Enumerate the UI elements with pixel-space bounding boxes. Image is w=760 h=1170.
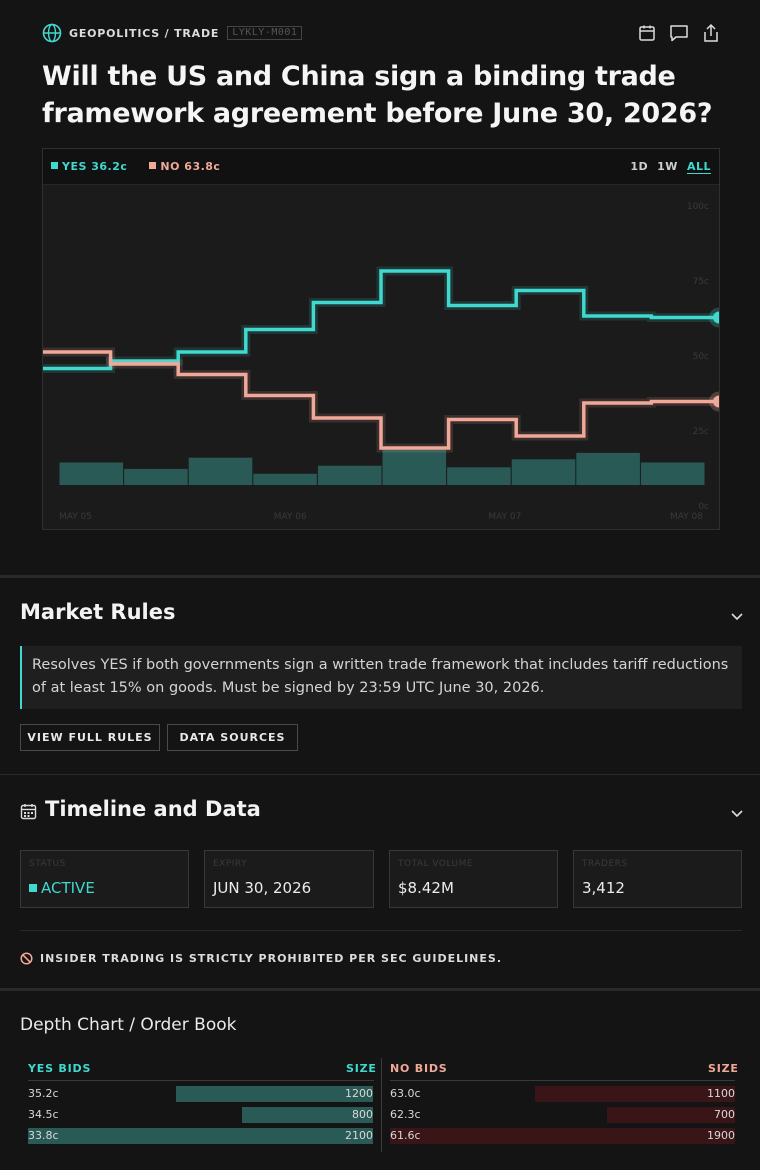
stat-status: STATUS ACTIVE [20, 850, 189, 908]
range-all[interactable]: ALL [687, 160, 711, 173]
order-row[interactable]: 63.0c 1100 [390, 1086, 735, 1102]
y-tick-label: 50c [693, 352, 709, 362]
no-depth-bar [390, 1128, 735, 1144]
volume-bar [382, 449, 447, 485]
order-size: 700 [714, 1108, 735, 1121]
x-tick-label: MAY 05 [59, 512, 92, 522]
stat-label: EXPIRY [213, 859, 248, 869]
volume-bar [124, 468, 188, 485]
x-tick-label: MAY 07 [488, 512, 521, 522]
y-tick-label: 100c [687, 202, 709, 212]
book-divider [390, 1080, 735, 1081]
order-size: 1200 [345, 1087, 373, 1100]
section-divider [0, 988, 760, 991]
legend-no: NO 63.8c [149, 160, 220, 173]
share-icon[interactable] [700, 22, 722, 44]
order-price: 35.2c [28, 1087, 59, 1100]
order-row[interactable]: 61.6c 1900 [390, 1128, 735, 1144]
y-tick-label: 75c [693, 277, 709, 287]
order-size: 800 [352, 1108, 373, 1121]
header-actions [636, 22, 722, 44]
yes-depth-bar [28, 1128, 373, 1144]
volume-bar [188, 457, 253, 485]
legend-yes: YES 36.2c [51, 160, 127, 173]
calendar-icon [20, 804, 37, 820]
rules-text: Resolves YES if both governments sign a … [20, 646, 742, 709]
order-book-title: Depth Chart / Order Book [20, 1015, 237, 1035]
globe-icon [42, 23, 62, 43]
x-tick-label: MAY 06 [274, 512, 307, 522]
chevron-down-icon[interactable] [730, 609, 744, 623]
volume-bar [640, 462, 705, 485]
stat-value: $8.42M [398, 879, 454, 897]
chart-legend: YES 36.2c NO 63.8c [51, 160, 220, 173]
range-1d[interactable]: 1D [630, 160, 648, 173]
order-row[interactable]: 62.3c 700 [390, 1107, 735, 1123]
order-price: 63.0c [390, 1087, 421, 1100]
volume-bar [511, 459, 576, 485]
stat-label: STATUS [29, 859, 66, 869]
order-size: 2100 [345, 1129, 373, 1142]
stat-label: TRADERS [582, 859, 628, 869]
range-selector: 1D 1W ALL [630, 160, 711, 173]
volume-bar [576, 452, 640, 485]
y-tick-label: 0c [698, 502, 709, 512]
order-price: 62.3c [390, 1108, 421, 1121]
insider-warning: INSIDER TRADING IS STRICTLY PROHIBITED P… [20, 952, 502, 965]
comment-icon[interactable] [668, 22, 690, 44]
yes-size-header: SIZE [346, 1062, 377, 1075]
section-divider [0, 575, 760, 578]
stat-value: ACTIVE [29, 879, 180, 897]
volume-bar [253, 473, 317, 485]
price-chart: YES 36.2c NO 63.8c 1D 1W ALL 100c 75c 50c 2… [42, 148, 720, 530]
view-full-rules-button[interactable]: VIEW FULL RULES [20, 724, 160, 751]
order-row[interactable]: 33.8c 2100 [28, 1128, 373, 1144]
prohibited-icon [20, 952, 33, 965]
market-rules-title: Market Rules [20, 600, 176, 624]
order-row[interactable]: 34.5c 800 [28, 1107, 373, 1123]
order-size: 1900 [707, 1129, 735, 1142]
chevron-down-icon[interactable] [730, 806, 744, 820]
legend-no-label: NO 63.8c [160, 160, 221, 173]
market-id: LYKLY-M001 [227, 26, 303, 40]
book-divider [28, 1080, 374, 1081]
market-title: Will the US and China sign a binding tra… [42, 61, 713, 129]
stat-label: TOTAL VOLUME [398, 859, 474, 869]
no-depth-bar [535, 1086, 735, 1102]
yes-bids-header: YES BIDS [28, 1062, 92, 1075]
book-separator [381, 1058, 382, 1152]
order-size: 1100 [707, 1087, 735, 1100]
legend-yes-label: YES 36.2c [62, 160, 128, 173]
order-price: 33.8c [28, 1129, 59, 1142]
section-divider [0, 774, 760, 775]
timeline-title: Timeline and Data [45, 797, 261, 821]
section-divider [20, 930, 742, 931]
y-tick-label: 25c [693, 427, 709, 437]
volume-bar [447, 467, 511, 485]
data-sources-button[interactable]: DATA SOURCES [167, 724, 298, 751]
category-bar: GEOPOLITICS / TRADE LYKLY-M001 [42, 22, 722, 44]
order-price: 34.5c [28, 1108, 59, 1121]
chart-plot[interactable]: 100c 75c 50c 25c 0c MAY 05 MAY 06 MAY 07 MAY 08 [43, 185, 719, 529]
warning-text: INSIDER TRADING IS STRICTLY PROHIBITED P… [40, 952, 503, 965]
no-size-header: SIZE [708, 1062, 739, 1075]
yes-depth-bar [176, 1086, 373, 1102]
stat-total-volume: TOTAL VOLUME $8.42M [389, 850, 558, 908]
x-tick-label: MAY 08 [670, 512, 703, 522]
stat-expiry: EXPIRY JUN 30, 2026 [204, 850, 374, 908]
stat-value: JUN 30, 2026 [213, 879, 312, 897]
status-value: ACTIVE [41, 879, 95, 897]
no-bids-header: NO BIDS [390, 1062, 448, 1075]
calendar-icon[interactable] [636, 22, 658, 44]
volume-bar [317, 465, 382, 485]
order-row[interactable]: 35.2c 1200 [28, 1086, 373, 1102]
volume-bar [59, 462, 124, 485]
status-dot [29, 884, 37, 892]
chart-header: YES 36.2c NO 63.8c 1D 1W ALL [43, 149, 719, 185]
order-price: 61.6c [390, 1129, 421, 1142]
category-label[interactable]: GEOPOLITICS / TRADE [69, 27, 219, 40]
stat-traders: TRADERS 3,412 [573, 850, 742, 908]
range-1w[interactable]: 1W [657, 160, 678, 173]
stat-value: 3,412 [582, 879, 625, 897]
